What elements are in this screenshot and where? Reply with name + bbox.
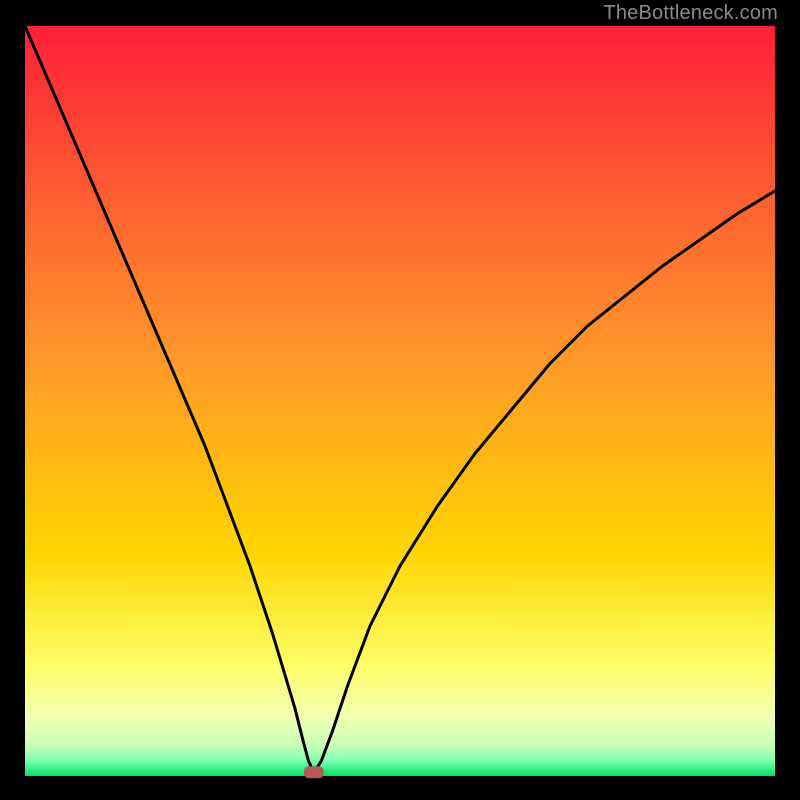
attribution-label: TheBottleneck.com	[603, 2, 778, 25]
minimum-marker	[304, 766, 324, 778]
bottleneck-chart	[0, 0, 800, 800]
chart-frame: { "attribution": "TheBottleneck.com", "c…	[0, 0, 800, 800]
plot-background	[25, 26, 775, 776]
